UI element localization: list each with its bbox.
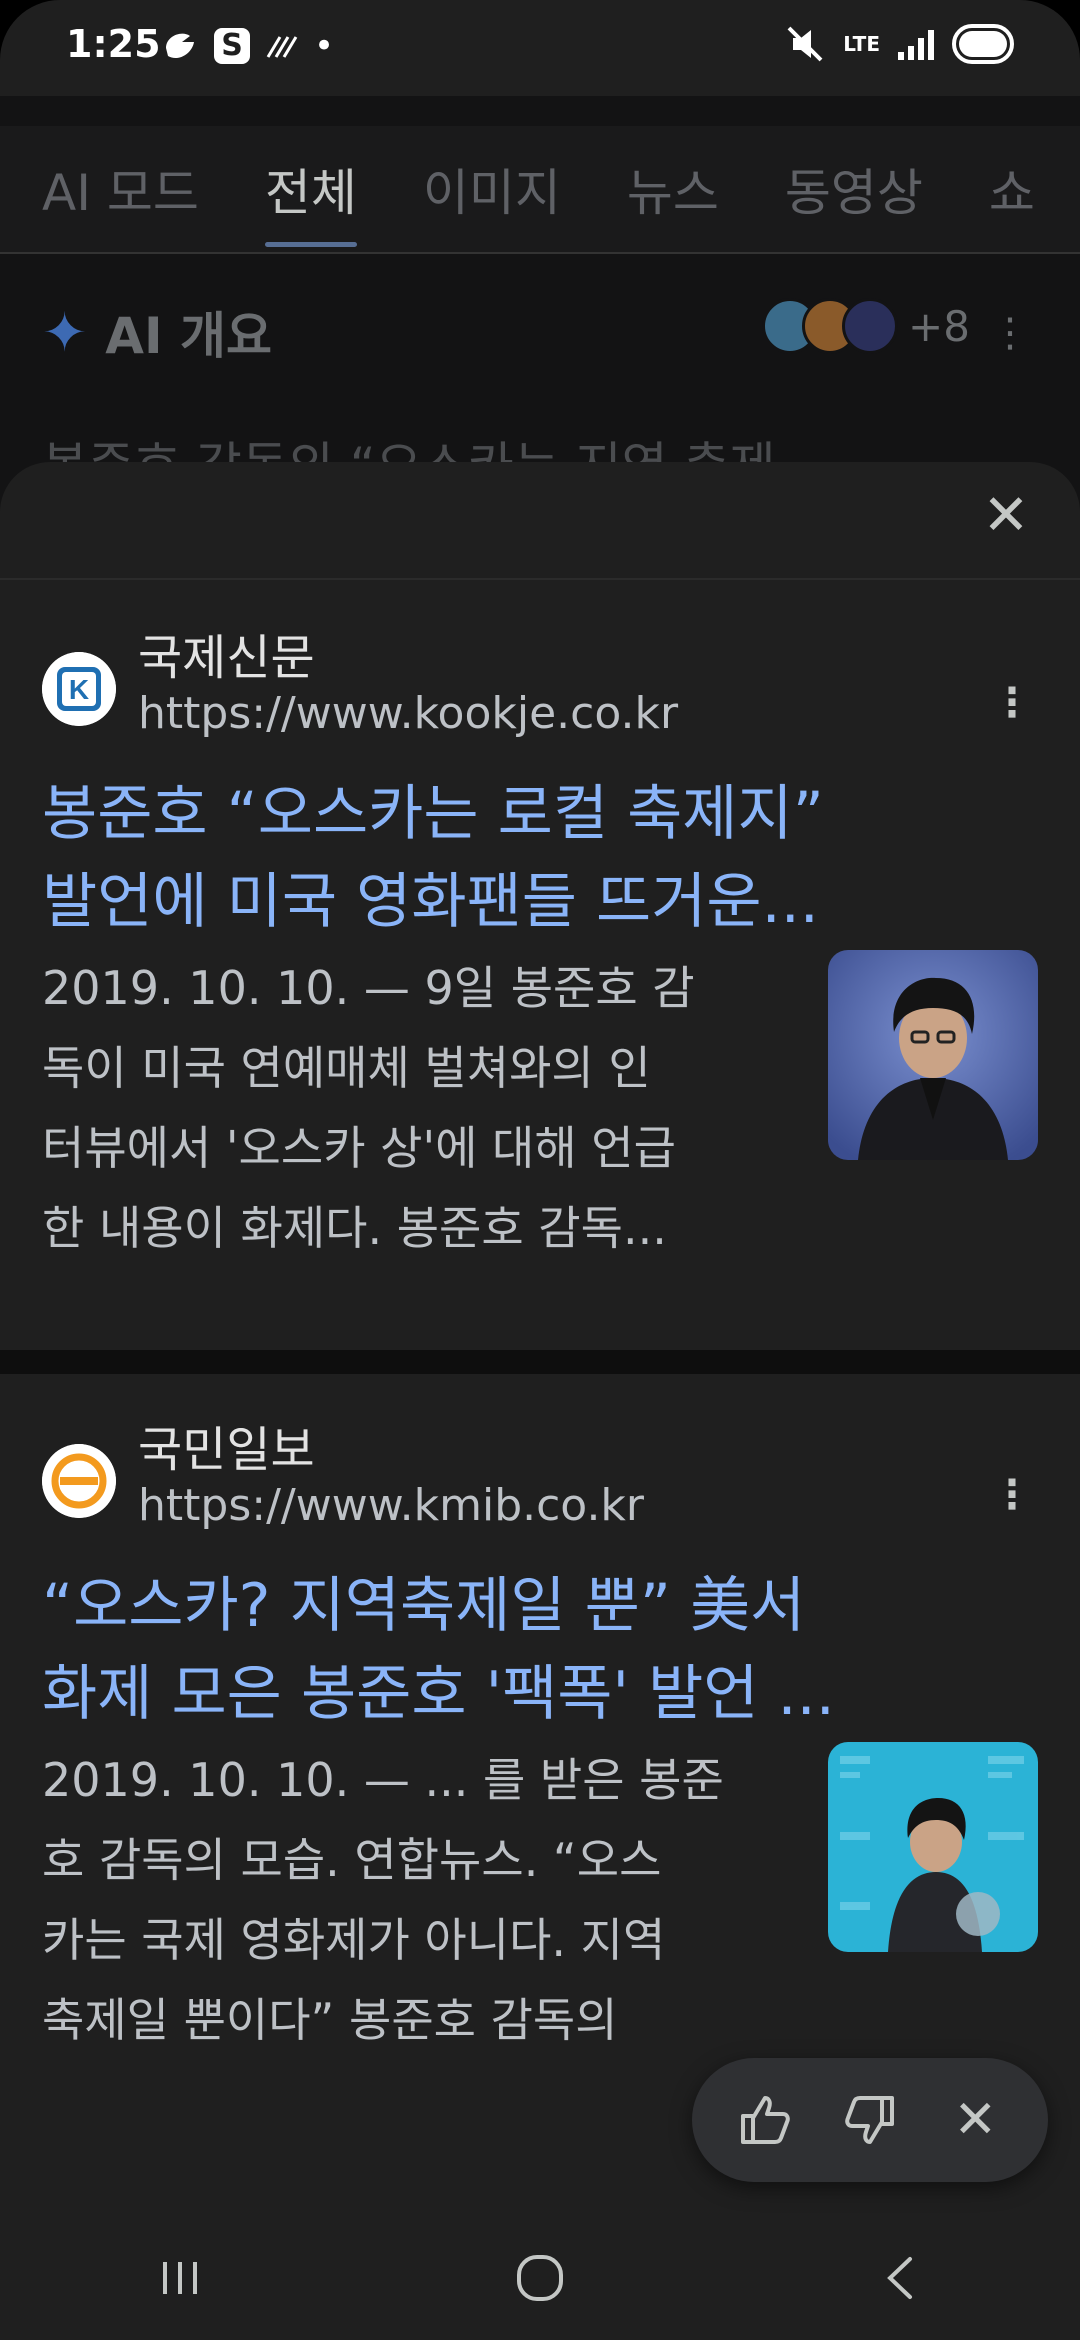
- sources-bottom-sheet: ✕ K 국제신문 https://www.kookje.co.kr ⋮ 봉준호 …: [0, 462, 1080, 2216]
- dismiss-feedback-icon[interactable]: ✕: [939, 2084, 1011, 2156]
- system-nav-bar: [0, 2216, 1080, 2340]
- recents-button[interactable]: [120, 2238, 240, 2318]
- status-time: 1:25: [66, 22, 161, 66]
- mute-icon: [787, 26, 823, 62]
- result-divider: [0, 1350, 1080, 1374]
- home-icon: [517, 2255, 563, 2301]
- tab-images[interactable]: 이미지: [423, 153, 561, 225]
- result-thumbnail[interactable]: [828, 1742, 1038, 1952]
- status-bar: 1:25 S • LTE: [0, 0, 1080, 96]
- result-title-line: “오스카? 지역축제일 뿐” 美서: [42, 1571, 806, 1641]
- ai-source-count: +8: [908, 301, 970, 351]
- sheet-header: ✕: [0, 462, 1080, 580]
- signal-icon: [898, 28, 934, 60]
- result-title[interactable]: “오스카? 지역축제일 뿐” 美서 화제 모은 봉준호 '팩폭' 발언 ...: [42, 1562, 1042, 1738]
- tab-news[interactable]: 뉴스: [627, 153, 719, 225]
- result-source: 국민일보 https://www.kmib.co.kr ⋮: [42, 1410, 1042, 1531]
- thumbs-up-icon[interactable]: [729, 2084, 801, 2156]
- favicon-letter: K: [69, 674, 89, 705]
- result-snippet: 2019. 10. 10. — 9일 봉준호 감 독이 미국 연예매체 벌쳐와의…: [42, 948, 782, 1268]
- battery-icon: [952, 24, 1014, 64]
- tab-videos[interactable]: 동영상: [785, 153, 923, 225]
- feedback-bar: ✕: [692, 2058, 1048, 2182]
- kookje-favicon-icon: K: [42, 652, 116, 726]
- back-icon: [887, 2257, 912, 2299]
- result-thumbnail[interactable]: [828, 950, 1038, 1160]
- thumbs-down-icon[interactable]: [834, 2084, 906, 2156]
- ai-overview-header: ✦ AI 개요: [42, 296, 272, 368]
- result-title-line: 화제 모은 봉준호 '팩폭' 발언 ...: [42, 1659, 835, 1729]
- lte-icon: LTE: [843, 32, 880, 56]
- sparkle-icon: ✦: [42, 300, 88, 364]
- snippet-line: 축제일 뿐이다” 봉준호 감독의: [42, 1993, 618, 2047]
- s-app-icon: S: [214, 28, 250, 64]
- source-url: https://www.kmib.co.kr: [138, 1480, 644, 1531]
- search-tabs: AI 모드 전체 이미지 뉴스 동영상 쇼: [0, 126, 1080, 254]
- result-title-line: 발언에 미국 영화팬들 뜨거운...: [42, 867, 819, 937]
- result-source: K 국제신문 https://www.kookje.co.kr ⋮: [42, 618, 1042, 739]
- snippet-line: 한 내용이 화제다. 봉준호 감독...: [42, 1201, 667, 1255]
- status-left-icons: S •: [160, 26, 334, 66]
- result-title-line: 봉준호 “오스카는 로컬 축제지”: [42, 779, 824, 849]
- snippet-line: 카는 국제 영화제가 아니다. 지역: [42, 1913, 666, 1967]
- close-icon[interactable]: ✕: [976, 486, 1036, 546]
- tab-ai-mode[interactable]: AI 모드: [42, 153, 199, 225]
- recents-icon: [163, 2262, 197, 2294]
- source-name: 국민일보: [138, 1422, 315, 1478]
- ai-overview-title: AI 개요: [105, 307, 272, 365]
- snippet-line: 2019. 10. 10. — 9일 봉준호 감: [42, 961, 695, 1015]
- tab-all[interactable]: 전체: [264, 153, 357, 247]
- ai-source-avatars[interactable]: +8: [762, 298, 970, 354]
- source-url: https://www.kookje.co.kr: [138, 688, 679, 739]
- back-button[interactable]: [840, 2238, 960, 2318]
- result-card[interactable]: K 국제신문 https://www.kookje.co.kr ⋮ 봉준호 “오…: [0, 582, 1080, 1350]
- snippet-line: 독이 미국 연예매체 벌쳐와의 인: [42, 1041, 651, 1095]
- more-options-icon[interactable]: ⋮: [992, 680, 1032, 726]
- kmib-favicon-icon: [42, 1444, 116, 1518]
- ai-overview-more-icon[interactable]: ⋮: [990, 310, 1030, 356]
- notification-app-icon: [166, 33, 194, 59]
- data-saver-icon: [266, 36, 298, 58]
- source-name: 국제신문: [138, 630, 315, 686]
- more-options-icon[interactable]: ⋮: [992, 1472, 1032, 1518]
- home-button[interactable]: [480, 2238, 600, 2318]
- snippet-line: 호 감독의 모습. 연합뉴스. “오스: [42, 1833, 662, 1887]
- source-avatar-other: [842, 298, 898, 354]
- status-right-icons: LTE: [785, 24, 1014, 64]
- snippet-line: 터뷰에서 '오스카 상'에 대해 언급: [42, 1121, 676, 1175]
- result-title[interactable]: 봉준호 “오스카는 로컬 축제지” 발언에 미국 영화팬들 뜨거운...: [42, 770, 1042, 946]
- dot-icon: •: [314, 26, 335, 66]
- tab-shopping[interactable]: 쇼: [989, 153, 1035, 225]
- result-snippet: 2019. 10. 10. — ... 를 받은 봉준 호 감독의 모습. 연합…: [42, 1740, 782, 2060]
- snippet-line: 2019. 10. 10. — ... 를 받은 봉준: [42, 1753, 724, 1807]
